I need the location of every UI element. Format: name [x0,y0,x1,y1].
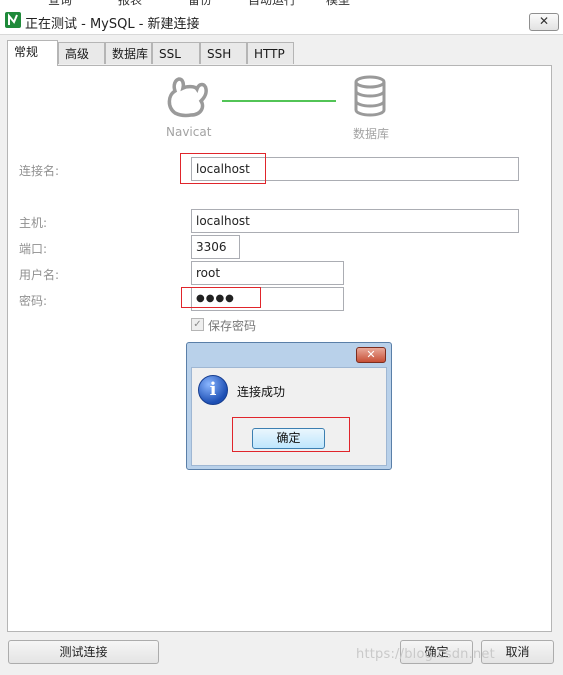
window-title: 正在测试 - MySQL - 新建连接 [25,17,200,32]
host-label: 主机: [19,216,48,230]
port-input[interactable]: 3306 [191,235,240,259]
navicat-app-icon [5,12,21,28]
dialog-close-button[interactable]: ✕ [356,347,386,363]
highlight-conn-name [180,153,266,184]
watermark: https://blog.csdn.net [356,647,495,662]
menu-item-autorun[interactable]: 自动运行 [248,0,296,8]
dialog-ok-button[interactable]: 确定 [252,428,325,449]
highlight-password [181,287,261,308]
username-input[interactable]: root [191,261,344,285]
tab-ssl[interactable]: SSL [152,42,200,64]
test-connection-button[interactable]: 测试连接 [8,640,159,664]
connection-line [222,100,336,102]
menu-item-backup[interactable]: 备份 [188,0,212,8]
port-label: 端口: [19,242,48,256]
tab-database[interactable]: 数据库 [105,42,152,64]
tab-ssh[interactable]: SSH [200,42,247,64]
navicat-logo-icon [165,75,209,119]
save-password-label: 保存密码 [208,319,257,333]
host-input[interactable]: localhost [191,209,519,233]
window-close-button[interactable]: ✕ [529,13,559,31]
info-icon: i [198,375,228,405]
conn-name-label: 连接名: [19,164,60,178]
tab-http[interactable]: HTTP [247,42,294,64]
menu-item-model[interactable]: 模型 [326,0,350,8]
database-icon [353,75,387,117]
tab-general[interactable]: 常规 [7,40,58,66]
password-label: 密码: [19,294,48,308]
menu-item-report[interactable]: 报表 [118,0,142,8]
database-caption: 数据库 [353,127,390,141]
navicat-caption: Navicat [166,125,212,139]
save-password-checkbox[interactable]: ✓ [191,318,204,331]
dialog-message: 连接成功 [237,385,286,399]
username-label: 用户名: [19,268,60,282]
menu-item-query[interactable]: 查询 [48,0,72,8]
tab-advanced[interactable]: 高级 [58,42,105,64]
title-bar: 正在测试 - MySQL - 新建连接 ✕ [0,8,563,35]
